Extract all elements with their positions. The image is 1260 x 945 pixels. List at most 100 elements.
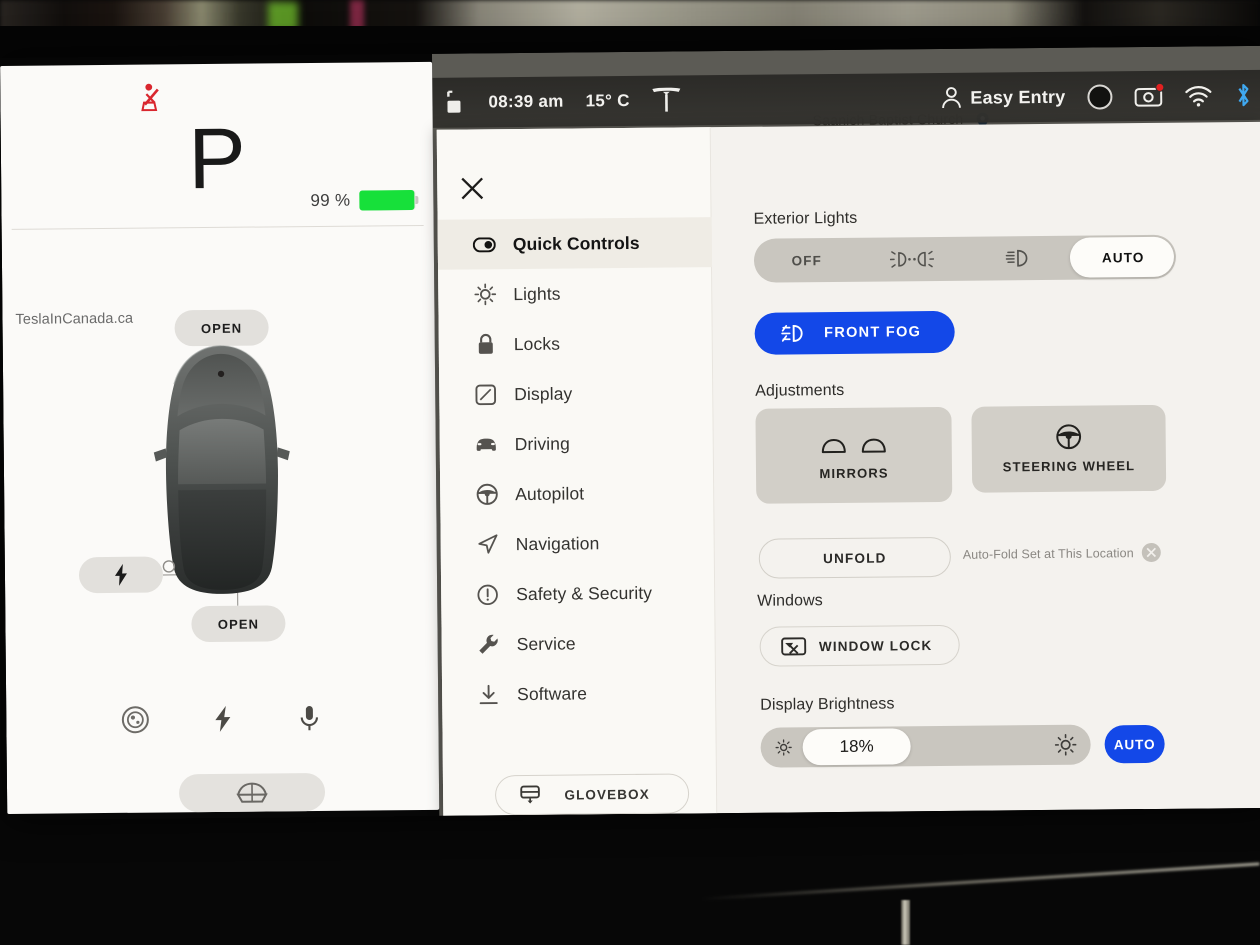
brightness-auto-button[interactable]: AUTO: [1104, 724, 1165, 764]
quick-controls-panel: Quick Controls Lights Locks Display Driv…: [436, 121, 1260, 816]
steering-wheel-icon: [1056, 424, 1082, 450]
battery-fill: [359, 190, 415, 211]
sidebar-item-safety-security[interactable]: Safety & Security: [441, 567, 715, 620]
status-bar: 08:39 am 15° C Easy Entry: [432, 69, 1260, 128]
adjustments-title: Adjustments: [755, 381, 845, 400]
mirrors-icon: [821, 438, 886, 453]
sidebar-item-label: Quick Controls: [512, 232, 640, 254]
settings-sidebar: Quick Controls Lights Locks Display Driv…: [436, 127, 718, 816]
glovebox-label: GLOVEBOX: [564, 786, 650, 803]
trunk-open-button[interactable]: OPEN: [191, 605, 286, 643]
close-circle-icon[interactable]: [1141, 542, 1161, 563]
lights-option-auto[interactable]: AUTO: [1070, 235, 1176, 280]
driving-status-card: P 99 % TeslaInCanada.ca OPEN OPEN: [0, 61, 440, 820]
exclamation-circle-icon: [476, 583, 499, 606]
glovebox-button[interactable]: GLOVEBOX: [494, 773, 690, 816]
sidebar-item-service[interactable]: Service: [441, 617, 715, 670]
vehicle-illustration: [143, 343, 301, 596]
unfold-button[interactable]: UNFOLD: [758, 536, 952, 579]
sun-lights-icon: [473, 283, 496, 306]
camera-recording-indicator: [1155, 82, 1165, 92]
sidebar-item-label: Service: [516, 633, 576, 654]
headlight-icon: [1005, 249, 1028, 267]
display-screen-icon: [474, 383, 497, 406]
mirrors-card[interactable]: MIRRORS: [755, 406, 953, 504]
wiper-button[interactable]: [178, 772, 326, 813]
padlock-icon: [474, 333, 497, 356]
tesla-t-logo: [652, 87, 681, 112]
download-arrow-icon: [477, 683, 500, 706]
camera-button[interactable]: [1134, 82, 1165, 107]
sidebar-item-label: Driving: [514, 433, 570, 454]
battery-shell: [359, 190, 419, 211]
sidebar-item-label: Lights: [513, 283, 561, 304]
battery-percent-label: 99 %: [310, 190, 351, 211]
battery-terminal: [415, 195, 419, 205]
sidebar-item-label: Software: [517, 682, 588, 704]
mirrors-label: MIRRORS: [819, 464, 889, 481]
sidebar-item-autopilot[interactable]: Autopilot: [440, 467, 714, 520]
sidebar-item-label: Display: [514, 383, 573, 404]
unlocked-padlock-icon[interactable]: [444, 90, 466, 115]
parking-lights-icon: [890, 250, 935, 268]
driver-profile-button[interactable]: Easy Entry: [941, 86, 1066, 109]
steering-wheel-label: STEERING WHEEL: [1002, 458, 1136, 475]
sidebar-item-driving[interactable]: Driving: [439, 417, 713, 470]
window-lock-label: WINDOW LOCK: [818, 637, 933, 654]
sidebar-item-label: Autopilot: [515, 482, 585, 504]
display-brightness-row: 18% AUTO: [760, 723, 1172, 769]
steering-wheel-icon: [475, 483, 498, 506]
sidebar-item-label: Safety & Security: [516, 582, 653, 604]
card-divider: [11, 224, 424, 230]
sidebar-item-lights[interactable]: Lights: [438, 267, 712, 320]
profile-name: Easy Entry: [970, 86, 1066, 108]
watermark-text: TeslaInCanada.ca: [15, 310, 134, 328]
tesla-touchscreen: Saanich Baptist Church 08:39 am 15° C: [0, 45, 1260, 820]
charge-bolt-icon[interactable]: [207, 704, 237, 734]
sidebar-item-locks[interactable]: Locks: [439, 317, 713, 370]
window-lock-button[interactable]: WINDOW LOCK: [759, 624, 960, 667]
clock-time: 08:39 am: [488, 91, 564, 112]
wifi-icon[interactable]: [1184, 85, 1212, 106]
dashcam-blob-icon[interactable]: [1087, 83, 1113, 110]
car-front-icon: [475, 433, 498, 456]
windows-title: Windows: [757, 592, 823, 610]
lights-circle-icon[interactable]: [121, 705, 151, 735]
exterior-lights-title: Exterior Lights: [753, 209, 858, 228]
charge-bolt-icon: [114, 563, 127, 586]
sidebar-item-quick-controls[interactable]: Quick Controls: [437, 217, 713, 270]
navigation-arrow-icon: [476, 533, 499, 556]
fog-light-icon: [781, 324, 803, 342]
brightness-slider[interactable]: 18%: [760, 724, 1091, 768]
exterior-lights-segmented-control: OFF AUTO: [753, 234, 1177, 283]
lights-option-off[interactable]: OFF: [754, 238, 860, 283]
desk-edge-glint: [700, 862, 1260, 901]
photo-frame: Saanich Baptist Church 08:39 am 15° C: [0, 0, 1260, 945]
sidebar-item-software[interactable]: Software: [442, 667, 716, 720]
sidebar-item-label: Navigation: [515, 532, 600, 554]
sidebar-item-label: Locks: [513, 333, 561, 354]
steering-wheel-card[interactable]: STEERING WHEEL: [971, 404, 1167, 493]
lights-option-parking[interactable]: [859, 237, 965, 282]
bluetooth-icon[interactable]: [1234, 82, 1252, 108]
brightness-value-thumb[interactable]: 18%: [802, 728, 911, 766]
glovebox-icon: [520, 785, 540, 804]
person-icon: [942, 87, 961, 109]
frunk-open-button[interactable]: OPEN: [174, 309, 269, 347]
display-brightness-title: Display Brightness: [760, 695, 895, 714]
front-fog-button[interactable]: FRONT FOG: [754, 310, 955, 355]
adjustment-cards: MIRRORS STEERING WHEEL: [755, 404, 1167, 504]
large-sun-icon: [1054, 734, 1077, 756]
auto-fold-status: Auto-Fold Set at This Location: [962, 542, 1161, 564]
battery-indicator[interactable]: 99 %: [310, 190, 419, 211]
small-sun-icon: [775, 739, 792, 756]
window-lock-icon: [781, 637, 807, 656]
lights-option-headlights[interactable]: [965, 236, 1071, 281]
quick-controls-content: Exterior Lights OFF AUTO FRONT FOG Adjus…: [711, 122, 1260, 813]
seatbelt-warning-icon: [141, 83, 159, 112]
microphone-icon[interactable]: [294, 703, 324, 733]
sidebar-item-navigation[interactable]: Navigation: [440, 517, 714, 570]
sidebar-item-display[interactable]: Display: [439, 367, 713, 420]
close-x-icon[interactable]: [459, 175, 485, 201]
auto-fold-note: Auto-Fold Set at This Location: [962, 545, 1134, 562]
